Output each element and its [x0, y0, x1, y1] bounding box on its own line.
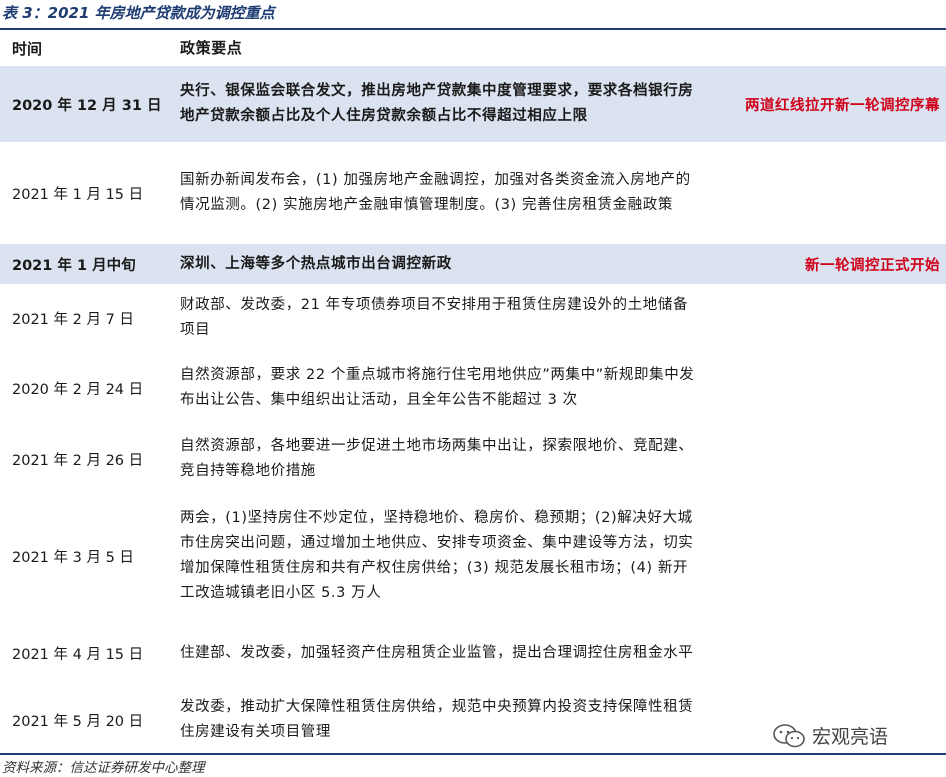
row-time: 2021 年 3 月 5 日: [12, 549, 134, 566]
row-points: 深圳、上海等多个热点城市出台调控新政: [180, 255, 452, 272]
row-points: 央行、银保监会联合发文，推出房地产贷款集中度管理要求，要求各档银行房地产贷款余额…: [180, 83, 694, 124]
row-time: 2021 年 5 月 20 日: [12, 713, 144, 730]
watermark: 宏观亮语: [772, 722, 888, 749]
row-time: 2021 年 2 月 26 日: [12, 452, 144, 469]
row-time: 2021 年 1 月 15 日: [12, 186, 144, 203]
table-row: 2021 年 2 月 26 日 自然资源部，各地要进一步促进土地市场两集中出让，…: [0, 424, 946, 494]
row-points: 自然资源部，要求 22 个重点城市将施行住宅用地供应”两集中”新规即集中发布出让…: [180, 367, 695, 408]
row-points: 自然资源部，各地要进一步促进土地市场两集中出让，探索限地价、竞配建、竞自持等稳地…: [180, 438, 694, 479]
row-time: 2021 年 2 月 7 日: [12, 311, 134, 328]
table-row: 2021 年 4 月 15 日 住建部、发改委，加强轻资产住房租赁企业监管，提出…: [0, 618, 946, 688]
header-points: 政策要点: [180, 38, 243, 57]
row-note: 新一轮调控正式开始: [805, 257, 940, 274]
table-row: 2021 年 1 月中旬 深圳、上海等多个热点城市出台调控新政 新一轮调控正式开…: [0, 244, 946, 284]
wechat-icon: [773, 723, 805, 747]
row-points: 住建部、发改委，加强轻资产住房租赁企业监管，提出合理调控住房租金水平: [180, 644, 694, 661]
table-row: 2021 年 2 月 7 日 财政部、发改委，21 年专项债券项目不安排用于租赁…: [0, 284, 946, 352]
row-points: 财政部、发改委，21 年专项债券项目不安排用于租赁住房建设外的土地储备项目: [180, 297, 689, 338]
table-header-row: 时间 政策要点: [0, 28, 946, 67]
source-note: 资料来源：信达证券研发中心整理: [2, 760, 205, 776]
row-points: 两会，(1)坚持房住不炒定位，坚持稳地价、稳房价、稳预期；(2)解决好大城市住房…: [180, 510, 694, 601]
row-time: 2021 年 4 月 15 日: [12, 646, 144, 663]
table-row: 2021 年 1 月 15 日 国新办新闻发布会，(1) 加强房地产金融调控，加…: [0, 142, 946, 244]
row-time: 2021 年 1 月中旬: [12, 257, 136, 274]
row-time: 2020 年 2 月 24 日: [12, 381, 144, 398]
table-row: 2021 年 3 月 5 日 两会，(1)坚持房住不炒定位，坚持稳地价、稳房价、…: [0, 494, 946, 618]
table-row: 2020 年 2 月 24 日 自然资源部，要求 22 个重点城市将施行住宅用地…: [0, 352, 946, 424]
table-caption: 表 3：2021 年房地产贷款成为调控重点: [2, 4, 275, 22]
watermark-text: 宏观亮语: [812, 726, 889, 748]
row-points: 国新办新闻发布会，(1) 加强房地产金融调控，加强对各类资金流入房地产的情况监测…: [180, 172, 691, 213]
table-bottom-rule: [0, 753, 946, 755]
row-note: 两道红线拉开新一轮调控序幕: [745, 97, 940, 114]
header-time: 时间: [12, 39, 43, 58]
row-points: 发改委，推动扩大保障性租赁住房供给，规范中央预算内投资支持保障性租赁住房建设有关…: [180, 699, 694, 740]
row-time: 2020 年 12 月 31 日: [12, 97, 162, 114]
table-row: 2020 年 12 月 31 日 央行、银保监会联合发文，推出房地产贷款集中度管…: [0, 66, 946, 142]
